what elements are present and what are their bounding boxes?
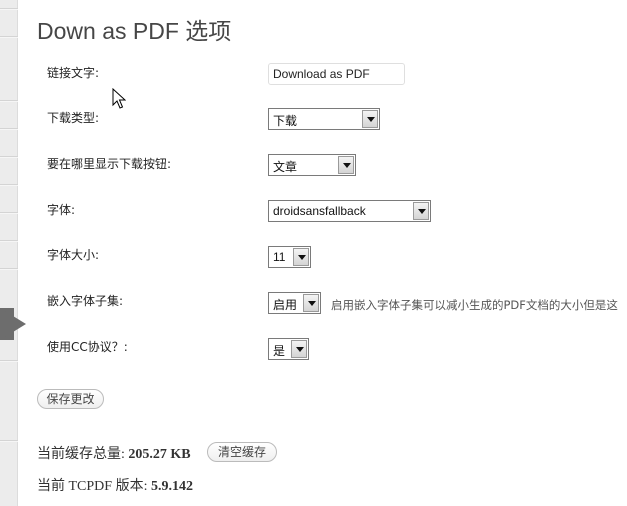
save-changes-button[interactable]: 保存更改 (37, 389, 104, 409)
font-size-select[interactable]: 11 (268, 246, 311, 268)
button-location-value: 文章 (273, 160, 298, 174)
font-size-label: 字体大小: (47, 248, 100, 262)
menu-separator (0, 213, 18, 214)
mouse-pointer-icon (112, 88, 126, 109)
link-text-input[interactable]: Download as PDF (268, 63, 405, 85)
download-type-value: 下载 (273, 114, 298, 128)
admin-menu-strip (0, 0, 18, 506)
page-title: Down as PDF 选项 (37, 18, 232, 44)
chevron-down-icon[interactable] (362, 110, 378, 128)
chevron-down-icon[interactable] (303, 294, 319, 312)
cache-total-value: 205.27 KB (128, 447, 191, 462)
cc-license-select[interactable]: 是 (268, 338, 309, 360)
chevron-down-icon[interactable] (291, 340, 307, 358)
cc-license-value: 是 (273, 344, 286, 358)
tcpdf-version-line: 当前 TCPDF 版本: 5.9.142 (37, 475, 193, 495)
font-subsetting-value: 启用 (273, 298, 298, 312)
button-location-label: 要在哪里显示下载按钮: (47, 157, 172, 171)
menu-separator (0, 101, 18, 102)
menu-separator (0, 185, 18, 186)
menu-separator (0, 37, 18, 38)
download-type-label: 下载类型: (47, 111, 100, 125)
font-subsetting-label: 嵌入字体子集: (47, 294, 124, 308)
menu-separator (0, 269, 18, 270)
cache-total-line: 当前缓存总量: 205.27 KB (37, 443, 191, 463)
font-subsetting-hint: 启用嵌入字体子集可以减小生成的PDF文档的大小但是这 (331, 298, 618, 312)
menu-separator (0, 157, 18, 158)
menu-separator (0, 9, 18, 10)
chevron-down-icon[interactable] (293, 248, 309, 266)
button-location-select[interactable]: 文章 (268, 154, 356, 176)
menu-separator (0, 129, 18, 130)
cc-license-label: 使用CC协议？: (47, 340, 128, 354)
chevron-down-icon[interactable] (413, 202, 429, 220)
download-type-select[interactable]: 下载 (268, 108, 380, 130)
menu-separator (0, 361, 18, 362)
font-select[interactable]: droidsansfallback (268, 200, 431, 222)
tcpdf-version-value: 5.9.142 (150, 479, 193, 494)
tcpdf-version-label: 当前 TCPDF 版本: (37, 479, 148, 494)
clear-cache-button[interactable]: 清空缓存 (207, 442, 277, 462)
chevron-down-icon[interactable] (338, 156, 354, 174)
current-menu-arrow-icon (0, 308, 26, 340)
link-text-label: 链接文字: (47, 66, 100, 80)
font-value: droidsansfallback (273, 204, 366, 218)
cache-total-label: 当前缓存总量: (37, 447, 125, 462)
menu-separator (0, 441, 18, 442)
menu-separator (0, 241, 18, 242)
font-label: 字体: (47, 203, 76, 217)
font-size-value: 11 (273, 250, 286, 264)
font-subsetting-select[interactable]: 启用 (268, 292, 321, 314)
